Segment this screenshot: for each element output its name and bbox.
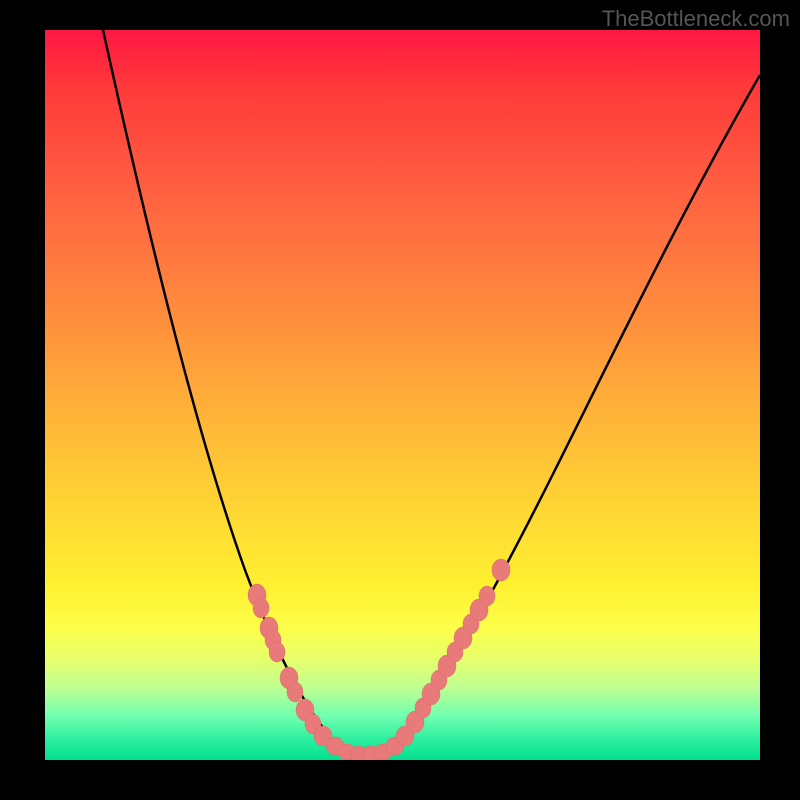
watermark-text: TheBottleneck.com: [602, 6, 790, 32]
left-bead-cluster: [248, 584, 392, 760]
right-bead-cluster: [386, 559, 510, 755]
plot-area: [45, 30, 760, 760]
bottleneck-curve: [103, 30, 760, 754]
chart-container: TheBottleneck.com: [0, 0, 800, 800]
curve-overlay: [45, 30, 760, 760]
